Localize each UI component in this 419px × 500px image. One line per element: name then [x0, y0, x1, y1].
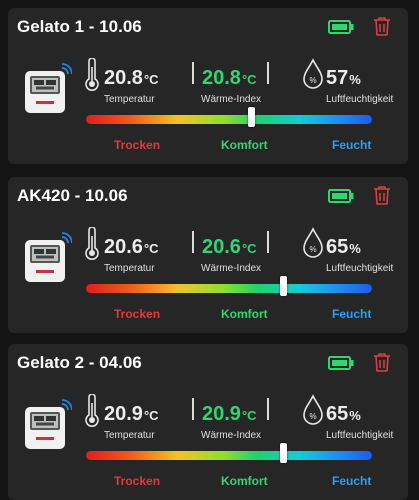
- heat-index-value: 20.8°C: [202, 67, 257, 89]
- heat-index-value: 20.9°C: [202, 403, 257, 425]
- temperature-label: Temperatur: [104, 263, 155, 274]
- battery-icon: [328, 189, 354, 203]
- svg-text:%: %: [309, 245, 316, 254]
- separator: [267, 398, 269, 420]
- separator: [267, 231, 269, 253]
- humidity-value: 65%: [326, 403, 361, 425]
- battery-icon: [328, 20, 354, 34]
- sensor-card[interactable]: AK420 - 10.06 20.6°C Temperatur 20.6°C W…: [8, 177, 408, 333]
- battery-icon: [328, 356, 354, 370]
- separator: [267, 62, 269, 84]
- humidity-value: 65%: [326, 236, 361, 258]
- scale-label-comfort: Komfort: [221, 138, 268, 152]
- humidity-label: Luftfeuchtigkeit: [326, 430, 394, 441]
- heat-index-label: Wärme-Index: [201, 94, 262, 105]
- humidity-drop-icon: %: [303, 394, 323, 425]
- scale-label-dry: Trocken: [114, 307, 161, 321]
- comfort-scale: [86, 284, 372, 293]
- separator: [192, 231, 194, 253]
- thermometer-icon: [85, 58, 99, 91]
- sensor-card[interactable]: Gelato 1 - 10.06 20.8°C Temperatur 20.8°…: [8, 8, 408, 164]
- scale-label-comfort: Komfort: [221, 474, 268, 488]
- comfort-indicator: [248, 107, 256, 127]
- scale-label-comfort: Komfort: [221, 307, 268, 321]
- heat-index-label: Wärme-Index: [201, 430, 262, 441]
- sensor-card[interactable]: Gelato 2 - 04.06 20.9°C Temperatur 20.9°…: [8, 344, 408, 500]
- svg-text:%: %: [309, 76, 316, 85]
- hygrometer-device-icon: [25, 232, 72, 282]
- humidity-value: 57%: [326, 67, 361, 89]
- scale-label-wet: Feucht: [332, 138, 372, 152]
- card-title: AK420 - 10.06: [17, 186, 128, 205]
- trash-icon[interactable]: [373, 16, 391, 36]
- card-title: Gelato 1 - 10.06: [17, 17, 142, 36]
- thermometer-icon: [85, 227, 99, 260]
- humidity-label: Luftfeuchtigkeit: [326, 263, 394, 274]
- temperature-value: 20.9°C: [104, 403, 159, 425]
- temperature-value: 20.6°C: [104, 236, 159, 258]
- comfort-scale: [86, 451, 372, 460]
- humidity-label: Luftfeuchtigkeit: [326, 94, 394, 105]
- hygrometer-device-icon: [25, 63, 72, 113]
- comfort-indicator: [279, 276, 287, 296]
- scale-label-wet: Feucht: [332, 474, 372, 488]
- temperature-label: Temperatur: [104, 430, 155, 441]
- heat-index-value: 20.6°C: [202, 236, 257, 258]
- comfort-indicator: [279, 443, 287, 463]
- separator: [192, 398, 194, 420]
- separator: [192, 62, 194, 84]
- scale-label-dry: Trocken: [114, 138, 161, 152]
- scale-label-wet: Feucht: [332, 307, 372, 321]
- scale-label-dry: Trocken: [114, 474, 161, 488]
- humidity-drop-icon: %: [303, 58, 323, 89]
- temperature-label: Temperatur: [104, 94, 155, 105]
- thermometer-icon: [85, 394, 99, 427]
- comfort-scale: [86, 115, 372, 124]
- humidity-drop-icon: %: [303, 227, 323, 258]
- hygrometer-device-icon: [25, 399, 72, 449]
- svg-text:%: %: [309, 412, 316, 421]
- temperature-value: 20.8°C: [104, 67, 159, 89]
- card-title: Gelato 2 - 04.06: [17, 353, 142, 372]
- trash-icon[interactable]: [373, 352, 391, 372]
- trash-icon[interactable]: [373, 185, 391, 205]
- heat-index-label: Wärme-Index: [201, 263, 262, 274]
